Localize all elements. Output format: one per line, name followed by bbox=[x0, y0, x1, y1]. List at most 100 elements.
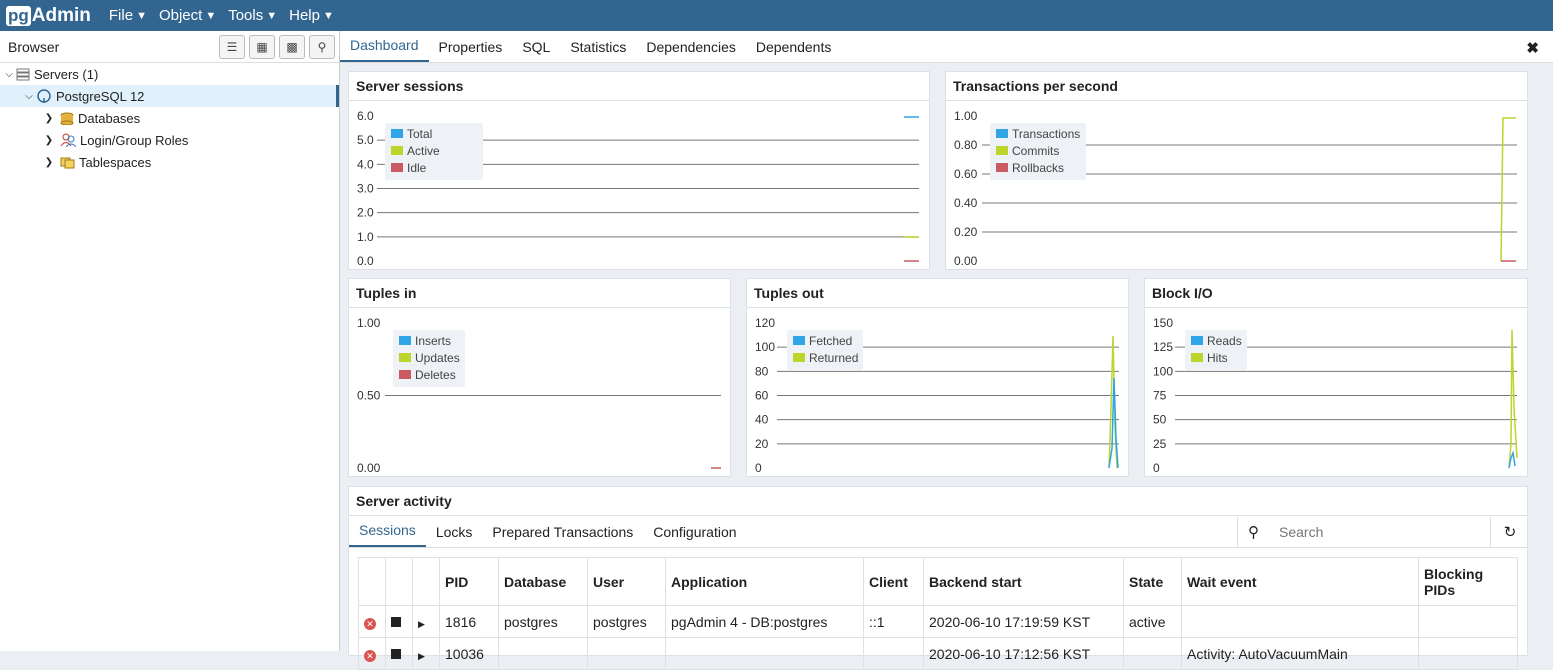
column-header[interactable]: User bbox=[587, 557, 666, 606]
search-icon: ⚲ bbox=[317, 40, 327, 54]
y-tick-label: 120 bbox=[755, 316, 775, 330]
filtered-rows-button[interactable]: ▩ bbox=[279, 35, 305, 59]
legend-swatch bbox=[996, 146, 1008, 155]
chevron-right-icon[interactable]: ❯ bbox=[42, 157, 56, 168]
browser-panel: Browser ☰ ▦ ▩ ⚲ ⌵ Servers (1) ⌵ PostgreS… bbox=[0, 31, 340, 651]
tab-prepared-transactions[interactable]: Prepared Transactions bbox=[482, 524, 643, 547]
column-header[interactable]: Wait event bbox=[1181, 557, 1419, 606]
filter-table-icon: ▩ bbox=[286, 40, 298, 54]
chevron-down-icon: ▼ bbox=[205, 9, 217, 22]
legend-label: Reads bbox=[1207, 334, 1242, 348]
legend-swatch bbox=[793, 336, 805, 345]
tab-dependents[interactable]: Dependents bbox=[746, 39, 842, 62]
chevron-right-icon[interactable]: ❯ bbox=[42, 135, 56, 146]
y-tick-label: 0.0 bbox=[357, 254, 374, 268]
legend-label: Idle bbox=[407, 161, 427, 175]
legend-swatch bbox=[793, 353, 805, 362]
cell-backend-start: 2020-06-10 17:12:56 KST bbox=[923, 637, 1124, 670]
refresh-button[interactable]: ↻ bbox=[1490, 517, 1529, 547]
search-input[interactable] bbox=[1277, 523, 1471, 541]
chevron-down-icon[interactable]: ⌵ bbox=[22, 91, 36, 102]
y-tick-label: 100 bbox=[755, 340, 775, 354]
column-header[interactable]: Client bbox=[863, 557, 924, 606]
y-tick-label: 75 bbox=[1153, 389, 1167, 403]
tab-statistics[interactable]: Statistics bbox=[560, 39, 636, 62]
column-header[interactable]: PID bbox=[439, 557, 499, 606]
tuples-in-chart: 1.00 0.50 0.00 Inserts Updates Deletes bbox=[357, 316, 721, 475]
legend-label: Deletes bbox=[415, 368, 456, 382]
menu-object[interactable]: Object ▼ bbox=[159, 7, 216, 24]
cell-user: postgres bbox=[587, 605, 666, 638]
terminate-button[interactable] bbox=[385, 605, 413, 638]
legend-label: Transactions bbox=[1012, 127, 1080, 141]
tree-item-tablespaces[interactable]: ❯ Tablespaces bbox=[0, 151, 339, 173]
close-icon[interactable]: ✖ bbox=[1526, 39, 1539, 57]
tree-item-login-group-roles[interactable]: ❯ Login/Group Roles bbox=[0, 129, 339, 151]
column-header[interactable]: Application bbox=[665, 557, 864, 606]
cell-wait-event: Activity: AutoVacuumMain bbox=[1181, 637, 1419, 670]
column-header[interactable]: Blocking PIDs bbox=[1418, 557, 1518, 606]
sessions-table: PID Database User Application Client Bac… bbox=[358, 557, 1518, 670]
browser-header: Browser ☰ ▦ ▩ ⚲ bbox=[0, 31, 339, 63]
cell-application: pgAdmin 4 - DB:postgres bbox=[665, 605, 864, 638]
y-tick-label: 25 bbox=[1153, 437, 1167, 451]
tree-item-servers[interactable]: ⌵ Servers (1) bbox=[0, 63, 339, 85]
y-tick-label: 2.0 bbox=[357, 206, 374, 220]
column-header-terminate bbox=[385, 557, 413, 606]
legend-label: Commits bbox=[1012, 144, 1059, 158]
cell-pid: 10036 bbox=[439, 637, 499, 670]
cell-client: ::1 bbox=[863, 605, 924, 638]
tab-dependencies[interactable]: Dependencies bbox=[636, 39, 746, 62]
column-header[interactable]: Backend start bbox=[923, 557, 1124, 606]
expand-button[interactable]: ▶ bbox=[412, 637, 440, 670]
tree-item-label: Login/Group Roles bbox=[80, 132, 189, 148]
menu-file[interactable]: File ▼ bbox=[109, 7, 147, 24]
logo-pg: pg bbox=[6, 5, 31, 26]
tab-dashboard[interactable]: Dashboard bbox=[340, 37, 429, 62]
chevron-right-icon[interactable]: ❯ bbox=[42, 113, 56, 124]
cell-user bbox=[587, 637, 666, 670]
menu-help-label: Help bbox=[289, 7, 320, 24]
column-header-cancel bbox=[358, 557, 386, 606]
y-tick-label: 1.0 bbox=[357, 230, 374, 244]
cancel-query-button[interactable]: ✕ bbox=[358, 605, 386, 638]
main-panel: Dashboard Properties SQL Statistics Depe… bbox=[340, 31, 1553, 670]
cancel-icon: ✕ bbox=[364, 617, 376, 630]
caret-right-icon: ▶ bbox=[418, 618, 425, 629]
tree-item-postgresql-12[interactable]: ⌵ PostgreSQL 12 bbox=[0, 85, 339, 107]
view-data-button[interactable]: ▦ bbox=[249, 35, 275, 59]
chevron-down-icon[interactable]: ⌵ bbox=[2, 69, 16, 80]
y-tick-label: 3.0 bbox=[357, 182, 374, 196]
tab-properties[interactable]: Properties bbox=[429, 39, 513, 62]
search-objects-button[interactable]: ⚲ bbox=[309, 35, 335, 59]
stop-icon bbox=[391, 648, 401, 659]
cell-blocking-pids bbox=[1418, 605, 1518, 638]
refresh-icon: ↻ bbox=[1503, 524, 1517, 541]
tab-locks[interactable]: Locks bbox=[426, 524, 483, 547]
terminate-button[interactable] bbox=[385, 637, 413, 670]
column-header[interactable]: Database bbox=[498, 557, 588, 606]
main-tabs: Dashboard Properties SQL Statistics Depe… bbox=[340, 31, 1553, 63]
cell-database: postgres bbox=[498, 605, 588, 638]
search-icon: ⚲ bbox=[1248, 524, 1259, 541]
tab-sessions[interactable]: Sessions bbox=[349, 522, 426, 547]
legend-label: Returned bbox=[809, 351, 858, 365]
cell-state: active bbox=[1123, 605, 1182, 638]
expand-button[interactable]: ▶ bbox=[412, 605, 440, 638]
y-tick-label: 4.0 bbox=[357, 157, 374, 171]
menu-help[interactable]: Help ▼ bbox=[289, 7, 334, 24]
menu-tools[interactable]: Tools ▼ bbox=[228, 7, 277, 24]
logo-admin: Admin bbox=[31, 4, 91, 26]
tree-item-databases[interactable]: ❯ Databases bbox=[0, 107, 339, 129]
card-title: Tuples out bbox=[747, 279, 1128, 308]
legend-label: Updates bbox=[415, 351, 460, 365]
tab-sql[interactable]: SQL bbox=[512, 39, 560, 62]
query-tool-button[interactable]: ☰ bbox=[219, 35, 245, 59]
cancel-query-button[interactable]: ✕ bbox=[358, 637, 386, 670]
legend-swatch bbox=[399, 370, 411, 379]
menu-file-label: File bbox=[108, 7, 134, 24]
tab-configuration[interactable]: Configuration bbox=[643, 524, 746, 547]
column-header[interactable]: State bbox=[1123, 557, 1182, 606]
tree-item-label: Databases bbox=[78, 110, 141, 126]
tuples-in-card: Tuples in 1.00 0.50 0.00 Inserts Updates Dele… bbox=[348, 278, 731, 477]
